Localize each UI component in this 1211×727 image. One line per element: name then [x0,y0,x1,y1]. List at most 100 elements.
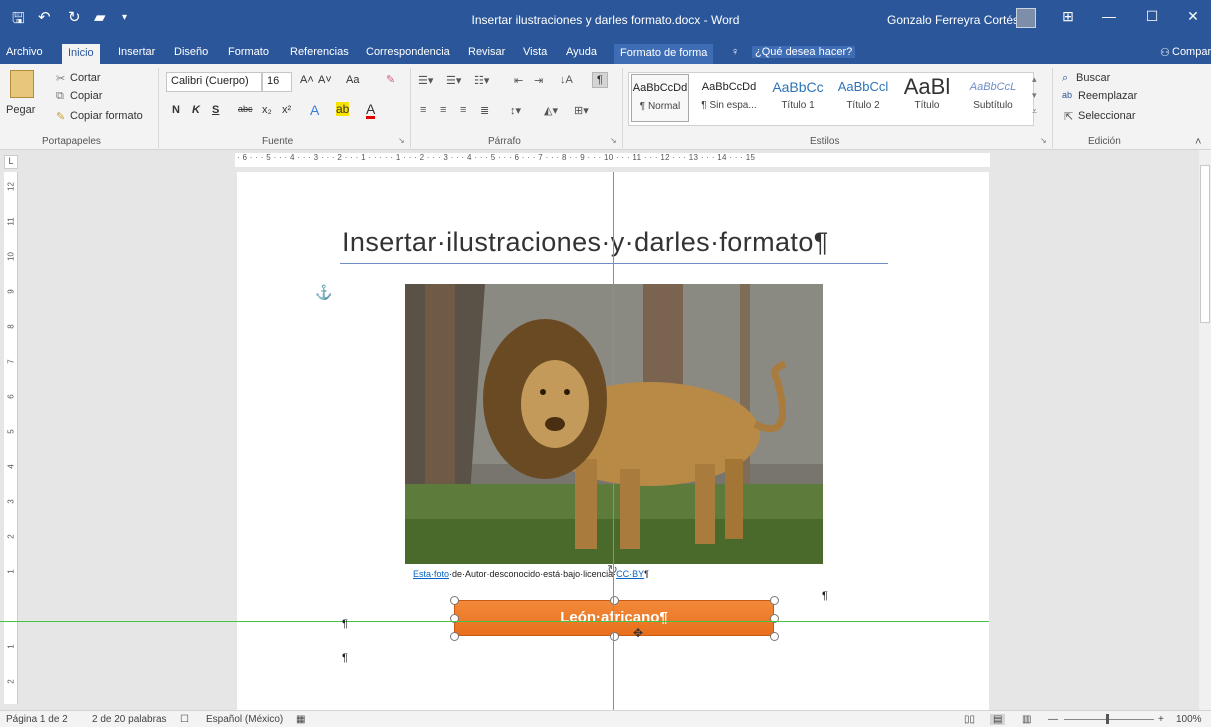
vertical-ruler[interactable]: 12 11 10 9 8 7 6 5 4 3 2 1 1 2 [4,172,18,704]
style-subtitulo[interactable]: AaBbCcL Subtítulo [963,74,1023,122]
paragraph-dialog-launcher-icon[interactable]: ↘ [610,136,617,145]
tab-diseno[interactable]: Diseño [174,46,208,58]
sort-icon[interactable]: ↓A [560,74,573,86]
resize-handle[interactable] [450,632,459,641]
strikethrough-button[interactable]: abc [238,104,253,114]
web-layout-icon[interactable]: ▥ [1022,714,1031,725]
clear-formatting-icon[interactable]: ✎ [386,73,395,86]
tab-archivo[interactable]: Archivo [6,46,43,58]
tab-correspondencia[interactable]: Correspondencia [366,46,450,58]
tab-formato[interactable]: Formato [228,46,269,58]
maximize-button[interactable]: ☐ [1137,8,1167,25]
horizontal-ruler[interactable]: · 6 · · · 5 · · · 4 · · · 3 · · · 2 · · … [235,153,990,167]
align-left-icon[interactable]: ≡ [420,104,426,116]
text-effects-icon[interactable]: A [310,102,319,118]
font-name-combo[interactable]: Calibri (Cuerpo) [166,72,262,92]
style-titulo-2[interactable]: AaBbCcl Título 2 [833,74,893,122]
print-layout-icon[interactable]: ▤ [990,714,1006,725]
styles-scroll-up-icon[interactable]: ▴ [1032,74,1037,85]
resize-handle[interactable] [610,596,619,605]
superscript-button[interactable]: x² [282,104,291,116]
style-titulo-1[interactable]: AaBbCc Título 1 [766,74,830,122]
shrink-font-icon[interactable]: A˅ [318,74,332,86]
show-formatting-marks-button[interactable]: ¶ [592,72,608,88]
collapse-ribbon-icon[interactable]: ˄ [1195,136,1201,148]
cut-icon[interactable]: ✂ [56,72,65,85]
tab-ayuda[interactable]: Ayuda [566,46,597,58]
format-painter-icon[interactable]: ✎ [56,110,65,123]
resize-handle[interactable] [770,632,779,641]
line-spacing-icon[interactable]: ↕▾ [510,104,521,117]
highlight-color-icon[interactable]: ab [336,102,350,116]
macro-record-icon[interactable]: ▦ [296,714,305,725]
tab-insertar[interactable]: Insertar [118,46,155,58]
tab-revisar[interactable]: Revisar [468,46,505,58]
resize-handle[interactable] [450,596,459,605]
find-button[interactable]: Buscar [1076,72,1110,84]
resize-handle[interactable] [770,596,779,605]
search-icon[interactable]: ⌕ [1062,72,1068,85]
zoom-out-icon[interactable]: — [1048,714,1058,725]
lion-photo[interactable] [405,284,823,564]
read-mode-icon[interactable]: ▯▯ [964,714,975,725]
italic-button[interactable]: K [192,104,200,116]
borders-icon[interactable]: ⊞▾ [574,104,589,117]
ribbon-display-options-icon[interactable]: ⊞ [1053,8,1083,25]
scrollbar-thumb[interactable] [1200,165,1210,323]
language-status[interactable]: Español (México) [206,714,283,725]
shape-textbox[interactable]: León·africano¶ [454,600,774,636]
avatar[interactable] [1016,8,1036,28]
justify-icon[interactable]: ≣ [480,104,489,117]
format-painter-button[interactable]: Copiar formato [70,110,143,122]
tab-selector[interactable]: L [4,155,18,169]
minimize-button[interactable]: — [1094,8,1124,24]
zoom-level[interactable]: 100% [1176,714,1202,725]
font-size-combo[interactable]: 16 [262,72,292,92]
zoom-in-icon[interactable]: + [1158,714,1164,725]
tab-formato-de-forma[interactable]: Formato de forma [614,44,714,64]
tell-me-input[interactable]: ¿Qué desea hacer? [752,46,856,58]
underline-button[interactable]: S [212,104,219,116]
select-button[interactable]: Seleccionar [1078,110,1135,122]
increase-indent-icon[interactable]: ⇥ [534,74,543,87]
styles-more-icon[interactable]: ⩡ [1032,106,1037,117]
copy-button[interactable]: Copiar [70,90,102,102]
style-normal[interactable]: AaBbCcDd ¶ Normal [631,74,689,122]
share-button[interactable]: Compartir [1172,46,1211,58]
numbering-icon[interactable]: ☰▾ [446,74,461,87]
replace-icon[interactable]: ab [1062,90,1072,100]
align-right-icon[interactable]: ≡ [460,104,466,116]
license-link[interactable]: CC·BY [616,569,644,579]
zoom-slider[interactable] [1064,719,1154,720]
bold-button[interactable]: N [172,104,180,116]
share-icon[interactable]: ⚇ [1160,46,1170,59]
subscript-button[interactable]: x₂ [262,104,272,116]
grow-font-icon[interactable]: A˄ [300,74,314,86]
select-cursor-icon[interactable]: ⇱ [1064,110,1073,123]
decrease-indent-icon[interactable]: ⇤ [514,74,523,87]
bullets-icon[interactable]: ☰▾ [418,74,433,87]
style-titulo[interactable]: AaBl Título [897,74,957,122]
document-page[interactable]: Insertar·ilustraciones·y·darles·formato¶… [237,172,989,712]
zoom-slider-thumb[interactable] [1106,714,1109,724]
resize-handle[interactable] [610,632,619,641]
paste-button[interactable]: Pegar [6,104,35,116]
style-sin-espaciado[interactable]: AaBbCcDd ¶ Sin espa... [697,74,761,122]
font-dialog-launcher-icon[interactable]: ↘ [398,136,405,145]
page-count[interactable]: Página 1 de 2 [6,714,68,725]
proofing-icon[interactable]: ☐ [180,714,189,725]
styles-dialog-launcher-icon[interactable]: ↘ [1040,136,1047,145]
shading-icon[interactable]: ◭▾ [544,104,558,117]
paste-icon[interactable] [10,70,34,98]
tab-referencias[interactable]: Referencias [290,46,349,58]
word-count[interactable]: 2 de 20 palabras [92,714,167,725]
tab-vista[interactable]: Vista [523,46,547,58]
document-heading[interactable]: Insertar·ilustraciones·y·darles·formato¶ [342,227,829,258]
multilevel-list-icon[interactable]: ☷▾ [474,74,489,87]
close-button[interactable]: ✕ [1178,8,1208,25]
align-center-icon[interactable]: ≡ [440,104,446,116]
font-color-icon[interactable]: A [366,102,376,119]
copy-icon[interactable]: ⧉ [56,90,64,103]
replace-button[interactable]: Reemplazar [1078,90,1137,102]
user-name[interactable]: Gonzalo Ferreyra Cortés [887,13,1019,27]
